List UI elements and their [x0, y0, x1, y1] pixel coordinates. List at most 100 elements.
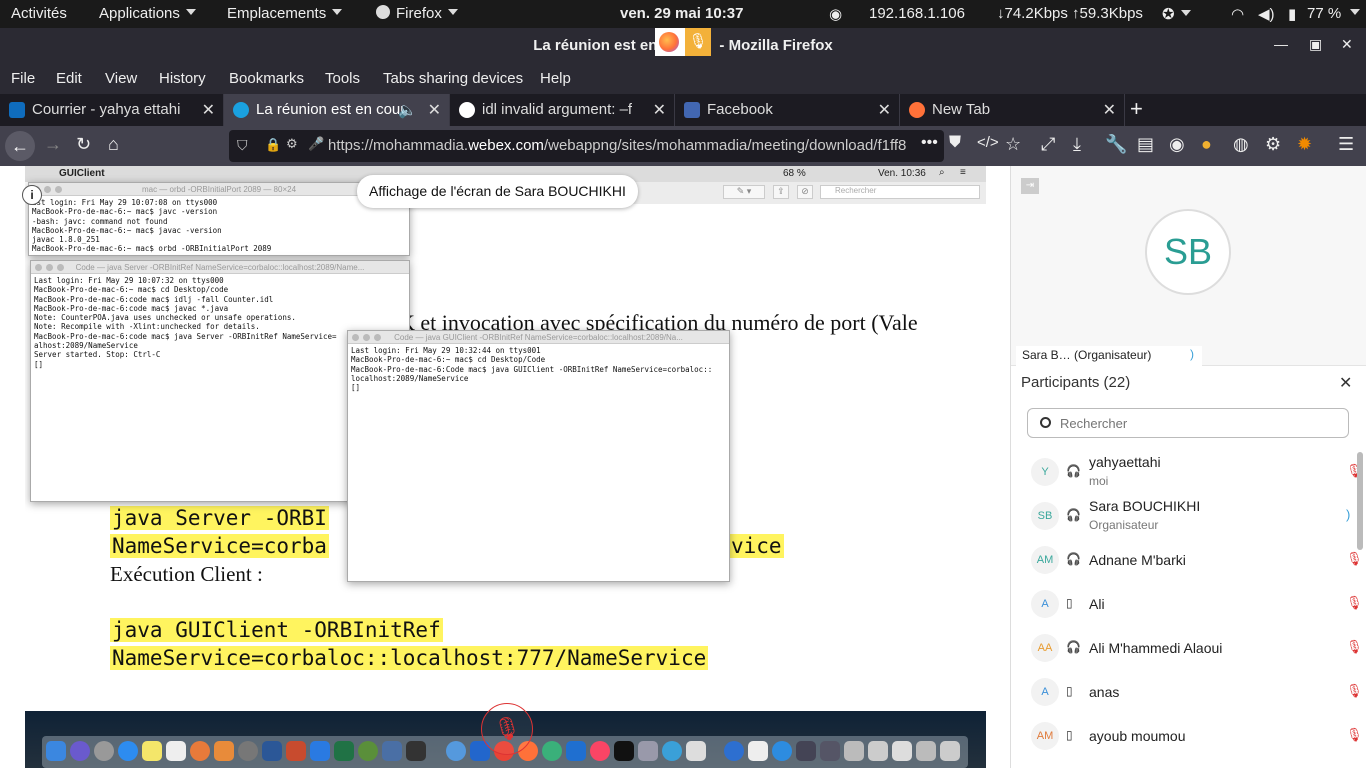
books-icon — [214, 741, 234, 761]
extension-icon[interactable]: ◍ — [1233, 134, 1249, 155]
menu-tools[interactable]: Tools — [325, 70, 360, 87]
extension-icon[interactable]: ● — [1201, 134, 1212, 155]
menu-help[interactable]: Help — [540, 70, 571, 87]
muted-mic-icon[interactable]: 🎙 — [1346, 551, 1363, 567]
applications-menu[interactable]: Applications — [99, 5, 196, 22]
devtools-icon[interactable]: </> — [977, 134, 999, 151]
close-participants-icon[interactable]: ✕ — [1339, 373, 1352, 393]
window-title-right: - Mozilla Firefox — [719, 37, 833, 54]
participant-row[interactable]: Y 🎧 yahyaettahi moi 🎙 — [1011, 450, 1363, 494]
fullscreen-icon[interactable]: ⤢ — [1041, 134, 1055, 155]
lock-icon[interactable]: 🔒 — [265, 137, 281, 153]
close-tab-icon[interactable]: ✕ — [878, 100, 891, 120]
battery-level: 77 % — [1307, 5, 1342, 22]
maximize-button[interactable]: ▣ — [1309, 36, 1322, 53]
discord-icon[interactable]: ◉ — [829, 5, 842, 23]
phone-icon: ▯ — [1066, 596, 1073, 610]
pen-icon: ✎ ▾ — [723, 185, 765, 199]
gear-icon[interactable]: ⚙ — [1265, 134, 1281, 155]
participant-name: yahyaettahi — [1089, 454, 1161, 470]
clock[interactable]: ven. 29 mai 10:37 — [620, 5, 743, 22]
participant-row[interactable]: A ▯ anas 🎙 — [1011, 670, 1363, 714]
menu-tabs-sharing[interactable]: Tabs sharing devices — [383, 70, 523, 87]
participant-row[interactable]: AA 🎧 Ali M'hammedi Alaoui 🎙 — [1011, 626, 1363, 670]
info-icon[interactable]: i — [22, 185, 42, 205]
muted-mic-icon[interactable]: 🎙 — [1346, 595, 1363, 611]
url-text[interactable]: https://mohammadia.webex.com/webappng/si… — [328, 137, 906, 154]
muted-mic-icon[interactable]: 🎙 — [481, 703, 533, 755]
shield-icon[interactable]: ⛉ — [237, 137, 248, 154]
close-tab-icon[interactable]: ✕ — [1103, 100, 1116, 120]
menu-edit[interactable]: Edit — [56, 70, 82, 87]
url-bar[interactable]: ⛉ 🔒 ⚙ 🎤 https://mohammadia.webex.com/web… — [229, 130, 944, 162]
facebook-icon — [684, 102, 700, 118]
microphone-permission-icon[interactable]: 🎤 — [308, 136, 324, 152]
participant-name: anas — [1089, 684, 1120, 700]
webex-icon — [233, 102, 249, 118]
hamburger-menu-icon[interactable]: ☰ — [1338, 134, 1354, 155]
new-tab-button[interactable]: + — [1130, 96, 1143, 122]
menu-file[interactable]: File — [11, 70, 35, 87]
system-menu[interactable] — [1344, 5, 1360, 22]
reload-button[interactable]: ↻ — [76, 134, 91, 155]
activities-button[interactable]: Activités — [11, 5, 67, 22]
battery-icon[interactable]: ▮ — [1288, 5, 1296, 23]
volume-icon[interactable]: ◀) — [1258, 5, 1275, 23]
collapse-panel-icon[interactable]: ⇥ — [1021, 178, 1039, 194]
navigation-bar: ← → ↻ ⌂ ⛉ 🔒 ⚙ 🎤 https://mohammadia.webex… — [0, 126, 1366, 166]
tab-facebook[interactable]: Facebook ✕ — [675, 94, 900, 126]
tab-new-tab[interactable]: New Tab ✕ — [900, 94, 1125, 126]
muted-mic-icon[interactable]: 🎙 — [1346, 639, 1363, 655]
pocket-icon[interactable]: ⛊ — [949, 134, 961, 152]
accessibility-icon[interactable]: ✪ — [1162, 5, 1191, 23]
extension-icon[interactable]: ✹ — [1297, 134, 1312, 155]
settings-icon — [238, 741, 258, 761]
meeting-side-panel: ⇥ SB Sara B… (Organisateur) ) Participan… — [1010, 166, 1366, 768]
sidebar-icon[interactable]: ▤ — [1137, 134, 1154, 155]
close-tab-icon[interactable]: ✕ — [653, 100, 666, 120]
firefox-app-menu[interactable]: Firefox — [376, 5, 458, 22]
muted-mic-icon[interactable]: 🎙 — [1346, 727, 1363, 743]
code-server-line2-end: vice — [729, 534, 784, 558]
bookmark-star-icon[interactable]: ☆ — [1005, 134, 1021, 155]
wifi-icon[interactable]: ◠ — [1231, 5, 1244, 23]
sharing-indicator[interactable]: 🎙 — [655, 28, 711, 56]
participants-scrollbar[interactable] — [1357, 452, 1363, 550]
participant-search-input[interactable] — [1060, 414, 1340, 432]
minimize-button[interactable]: — — [1274, 36, 1288, 52]
participant-row[interactable]: SB 🎧 Sara BOUCHIKHI Organisateur ) — [1011, 494, 1361, 538]
tab-label: New Tab — [932, 101, 991, 118]
code-server-line2: NameService=corba — [110, 534, 329, 558]
tab-idl-search[interactable]: idl invalid argument: –fal ✕ — [450, 94, 675, 126]
headset-icon: 🎧 — [1066, 640, 1081, 654]
menu-bookmarks[interactable]: Bookmarks — [229, 70, 304, 87]
participant-name: Ali M'hammedi Alaoui — [1089, 640, 1223, 656]
tab-webex-meeting[interactable]: La réunion est en cours 🔈 ✕ — [224, 94, 450, 126]
menu-history[interactable]: History — [159, 70, 206, 87]
back-button[interactable]: ← — [5, 131, 35, 161]
speaker-icon[interactable]: 🔈 — [398, 101, 417, 119]
close-window-button[interactable]: ✕ — [1341, 36, 1353, 53]
menu-view[interactable]: View — [105, 70, 137, 87]
participant-row[interactable]: AM ▯ ayoub moumou 🎙 — [1011, 714, 1363, 758]
tab-label: Facebook — [707, 101, 773, 118]
tab-courrier[interactable]: Courrier - yahya ettahi - O ✕ — [0, 94, 224, 126]
pdf-search-field: Rechercher — [820, 185, 980, 199]
wrench-icon[interactable]: 🔧 — [1105, 134, 1127, 155]
home-button[interactable]: ⌂ — [108, 134, 119, 155]
permissions-icon[interactable]: ⚙ — [286, 136, 298, 152]
account-icon[interactable]: ◉ — [1169, 134, 1185, 155]
search-icon — [1040, 417, 1051, 428]
participant-row[interactable]: A ▯ Ali 🎙 — [1011, 582, 1363, 626]
participant-search[interactable] — [1027, 408, 1349, 438]
chevron-down-icon — [185, 9, 196, 15]
download-icon[interactable]: ⤓ — [1073, 134, 1081, 155]
page-actions-icon[interactable]: ••• — [921, 134, 938, 152]
google-icon — [459, 102, 475, 118]
forward-button[interactable]: → — [44, 134, 62, 155]
places-menu[interactable]: Emplacements — [227, 5, 343, 22]
close-tab-icon[interactable]: ✕ — [202, 100, 215, 120]
muted-mic-icon[interactable]: 🎙 — [1346, 683, 1363, 699]
close-tab-icon[interactable]: ✕ — [428, 100, 441, 120]
participant-row[interactable]: AM 🎧 Adnane M'barki 🎙 — [1011, 538, 1363, 582]
